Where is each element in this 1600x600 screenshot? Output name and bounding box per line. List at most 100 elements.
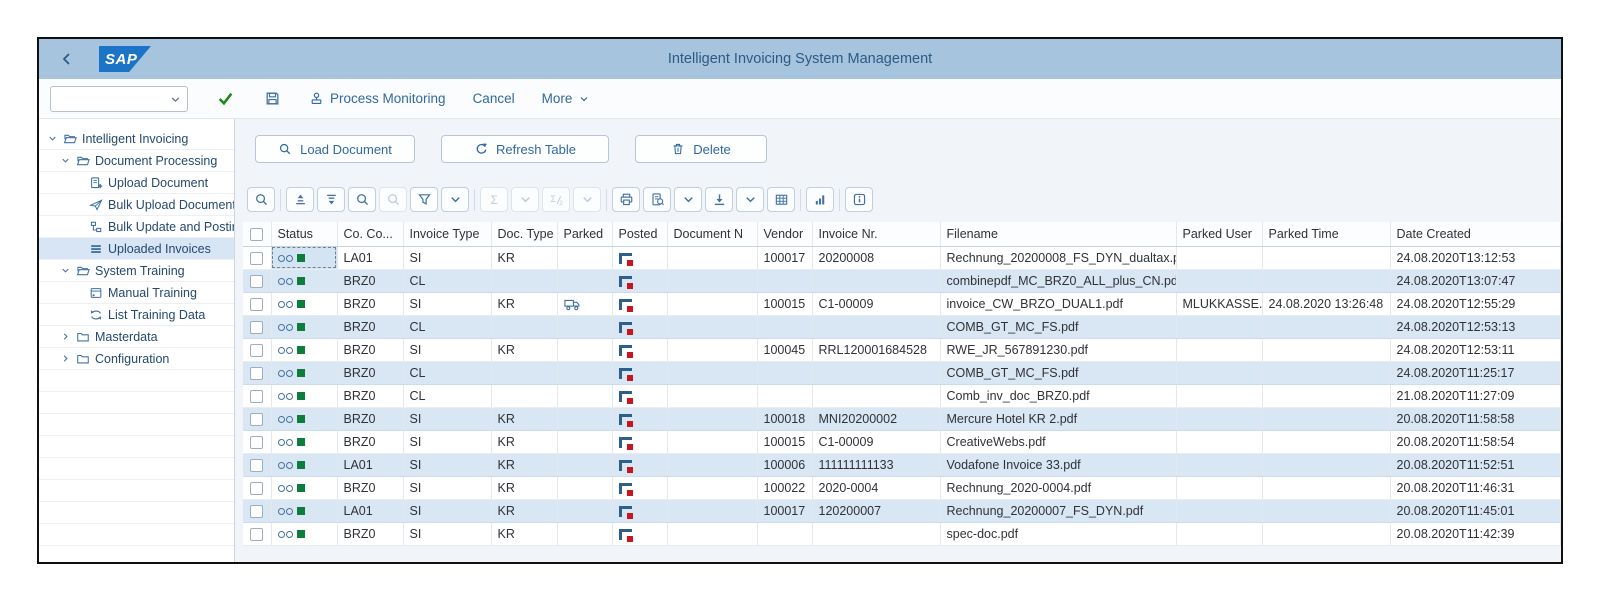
chart-button[interactable] bbox=[806, 187, 834, 212]
cell-parked_user bbox=[1176, 338, 1263, 362]
table-row[interactable]: BRZ0 SI KR 100015 C1-00009 invoice_CW_BRZO_DU… bbox=[243, 292, 1561, 316]
sidebar-item-manual-training[interactable]: Manual Training bbox=[39, 282, 234, 304]
filter-button[interactable] bbox=[410, 187, 438, 212]
chevron-down-icon[interactable] bbox=[47, 132, 62, 146]
row-checkbox[interactable] bbox=[250, 274, 264, 288]
row-checkbox[interactable] bbox=[250, 458, 264, 472]
posted-cell bbox=[612, 407, 668, 431]
sidebar-item-intelligent-invoicing[interactable]: Intelligent Invoicing bbox=[39, 128, 234, 150]
sap-logo-text: SAP bbox=[105, 50, 138, 68]
row-select-cell bbox=[243, 246, 272, 270]
column-header-status[interactable]: Status bbox=[271, 222, 338, 247]
chevron-down-icon[interactable] bbox=[60, 154, 75, 168]
posted-cell bbox=[612, 269, 668, 293]
parked-cell bbox=[557, 430, 613, 454]
sort-ascending-button[interactable] bbox=[286, 187, 314, 212]
folder-icon bbox=[76, 330, 90, 344]
column-header-parked-user[interactable]: Parked User bbox=[1176, 222, 1263, 247]
row-checkbox[interactable] bbox=[250, 366, 264, 380]
filter-menu-button[interactable] bbox=[441, 187, 469, 212]
table-row[interactable]: BRZ0 SI KR 100045 RRL120001684528 RWE_JR_5678… bbox=[243, 338, 1561, 362]
row-checkbox[interactable] bbox=[250, 320, 264, 334]
row-checkbox[interactable] bbox=[250, 504, 264, 518]
column-header-posted[interactable]: Posted bbox=[612, 222, 668, 247]
select-all-checkbox[interactable] bbox=[250, 227, 264, 241]
sidebar-item-uploaded-invoices[interactable]: Uploaded Invoices bbox=[39, 238, 234, 260]
chevron-right-icon[interactable] bbox=[60, 352, 75, 366]
table-row[interactable]: BRZ0 CL Comb_inv_doc_BRZ0.pdf 21.08.2020T11… bbox=[243, 384, 1561, 408]
cell-parked_user bbox=[1176, 407, 1263, 431]
table-row[interactable]: BRZ0 CL combinepdf_MC_BRZ0_ALL_plus_CN.pdf… bbox=[243, 269, 1561, 293]
find-button[interactable] bbox=[348, 187, 376, 212]
row-checkbox[interactable] bbox=[250, 481, 264, 495]
process-monitoring-button[interactable]: Process Monitoring bbox=[309, 91, 446, 106]
cell-filename: COMB_GT_MC_FS.pdf bbox=[940, 315, 1177, 339]
column-header-invoice-type[interactable]: Invoice Type bbox=[403, 222, 492, 247]
column-header-date-created[interactable]: Date Created bbox=[1390, 222, 1561, 247]
delete-button[interactable]: Delete bbox=[635, 135, 767, 163]
sidebar-item-upload-document[interactable]: Upload Document bbox=[39, 172, 234, 194]
table-row[interactable]: LA01 SI KR 100006 111111111133 Vodafone Invoi… bbox=[243, 453, 1561, 477]
row-checkbox[interactable] bbox=[250, 527, 264, 541]
column-header-vendor[interactable]: Vendor bbox=[757, 222, 813, 247]
page-title: Intelligent Invoicing System Management bbox=[667, 51, 933, 67]
export-menu-button[interactable] bbox=[736, 187, 764, 212]
table-row[interactable]: BRZ0 SI KR spec-doc.pdf 20.08.2020T11:42:39 bbox=[243, 522, 1561, 546]
views-button[interactable] bbox=[643, 187, 671, 212]
chevron-right-icon[interactable] bbox=[60, 330, 75, 344]
row-checkbox[interactable] bbox=[250, 435, 264, 449]
back-button[interactable] bbox=[55, 47, 79, 71]
column-header-co-co[interactable]: Co. Co... bbox=[337, 222, 404, 247]
row-checkbox[interactable] bbox=[250, 297, 264, 311]
print-button[interactable] bbox=[612, 187, 640, 212]
table-settings-button[interactable] bbox=[767, 187, 795, 212]
table-row[interactable]: BRZ0 CL COMB_GT_MC_FS.pdf 24.08.2020T11:25:… bbox=[243, 361, 1561, 385]
chevron-down-icon[interactable] bbox=[60, 264, 75, 278]
more-button[interactable]: More bbox=[542, 91, 591, 106]
sidebar-item-label: Bulk Update and Postin bbox=[108, 219, 235, 234]
table-row[interactable]: BRZ0 SI KR 100018 MNI20200002 Mercure Hotel K… bbox=[243, 407, 1561, 431]
sidebar-item-bulk-update-and-postin[interactable]: Bulk Update and Postin bbox=[39, 216, 234, 238]
sidebar-item-masterdata[interactable]: Masterdata bbox=[39, 326, 234, 348]
sort-descending-button[interactable] bbox=[317, 187, 345, 212]
table-row[interactable]: BRZ0 SI KR 100015 C1-00009 CreativeWebs.pdf 20… bbox=[243, 430, 1561, 454]
delete-label: Delete bbox=[693, 141, 731, 157]
column-header-document-n[interactable]: Document N bbox=[667, 222, 758, 247]
sidebar-item-document-processing[interactable]: Document Processing bbox=[39, 150, 234, 172]
sidebar-item-system-training[interactable]: System Training bbox=[39, 260, 234, 282]
row-checkbox[interactable] bbox=[250, 412, 264, 426]
sidebar-item-configuration[interactable]: Configuration bbox=[39, 348, 234, 370]
load-document-button[interactable]: Load Document bbox=[255, 135, 415, 163]
details-button[interactable] bbox=[845, 187, 873, 212]
views-menu-button[interactable] bbox=[674, 187, 702, 212]
column-header-doc-type[interactable]: Doc. Type bbox=[491, 222, 558, 247]
column-header-parked[interactable]: Parked bbox=[557, 222, 613, 247]
cell-co: BRZ0 bbox=[337, 384, 404, 408]
row-select-cell bbox=[243, 269, 272, 293]
sidebar-item-bulk-upload-document[interactable]: Bulk Upload Document bbox=[39, 194, 234, 216]
cancel-button[interactable]: Cancel bbox=[473, 91, 515, 106]
cell-invoice_nr bbox=[812, 522, 941, 546]
column-header-parked-time[interactable]: Parked Time bbox=[1262, 222, 1391, 247]
confirm-button[interactable] bbox=[215, 89, 235, 109]
sidebar-item-list-training-data[interactable]: List Training Data bbox=[39, 304, 234, 326]
cell-doc_type bbox=[491, 269, 558, 293]
row-checkbox[interactable] bbox=[250, 389, 264, 403]
save-button[interactable] bbox=[262, 89, 282, 109]
cell-co: BRZ0 bbox=[337, 269, 404, 293]
refresh-table-button[interactable]: Refresh Table bbox=[441, 135, 609, 163]
table-row[interactable]: LA01 SI KR 100017 120200007 Rechnung_20200007… bbox=[243, 499, 1561, 523]
table-row[interactable]: BRZ0 CL COMB_GT_MC_FS.pdf 24.08.2020T12:53:… bbox=[243, 315, 1561, 339]
column-header-filename[interactable]: Filename bbox=[940, 222, 1177, 247]
column-header-invoice-nr[interactable]: Invoice Nr. bbox=[812, 222, 941, 247]
back-icon bbox=[59, 51, 75, 67]
command-combobox[interactable] bbox=[50, 85, 188, 112]
export-button[interactable] bbox=[705, 187, 733, 212]
table-row[interactable]: BRZ0 SI KR 100022 2020-0004 Rechnung_2020-000… bbox=[243, 476, 1561, 500]
zoom-button[interactable] bbox=[247, 187, 275, 212]
row-checkbox[interactable] bbox=[250, 343, 264, 357]
folder-icon bbox=[76, 352, 90, 366]
row-checkbox[interactable] bbox=[250, 251, 264, 265]
cell-document_n bbox=[667, 453, 758, 477]
table-row[interactable]: LA01 SI KR 100017 20200008 Rechnung_20200008_… bbox=[243, 246, 1561, 270]
